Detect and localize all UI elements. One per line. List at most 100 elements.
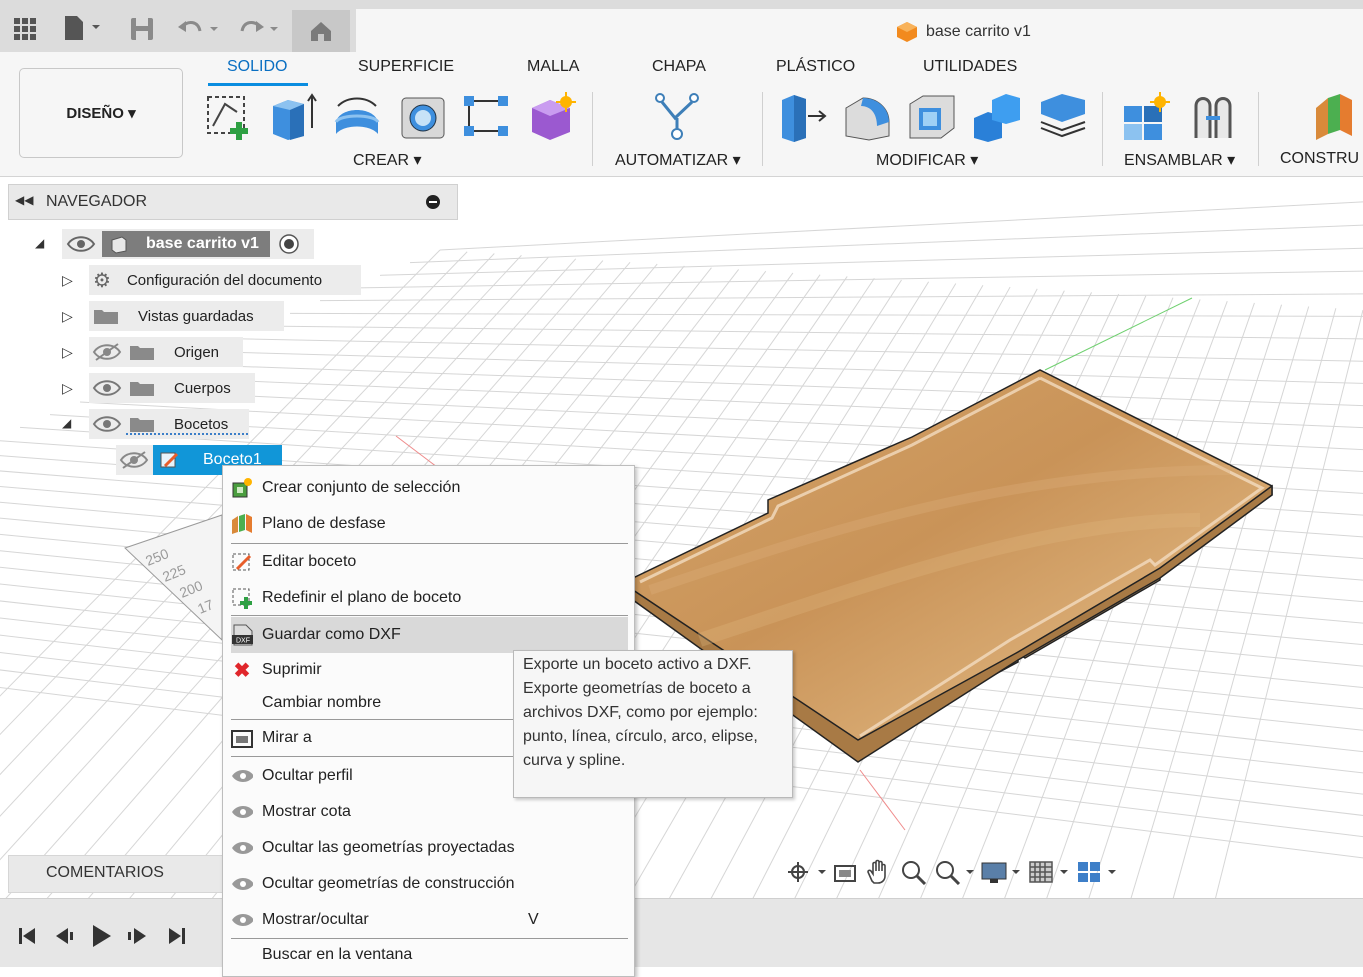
tree-root-node[interactable]: base carrito v1 <box>62 229 314 259</box>
group-modificar[interactable]: MODIFICAR ▾ <box>876 150 978 170</box>
viewports-icon[interactable] <box>1076 859 1118 885</box>
offset-face-icon[interactable] <box>1038 92 1088 142</box>
eye-icon[interactable] <box>66 234 96 254</box>
tab-utilidades[interactable]: UTILIDADES <box>923 58 1017 80</box>
home-button[interactable] <box>292 10 350 52</box>
file-menu-icon[interactable] <box>62 14 106 42</box>
expand-triangle-icon[interactable]: ◢ <box>35 236 44 250</box>
expand-triangle-icon[interactable]: ▷ <box>62 380 73 397</box>
comments-label: COMENTARIOS <box>46 864 164 881</box>
save-icon[interactable] <box>128 15 156 43</box>
menu-item-create-selection-set[interactable]: Crear conjunto de selección <box>231 471 628 505</box>
eye-hidden-icon[interactable] <box>92 342 122 362</box>
pattern-icon[interactable] <box>462 92 512 142</box>
joint-icon[interactable] <box>1188 92 1238 142</box>
app-grid-icon[interactable] <box>12 16 38 42</box>
automate-icon[interactable] <box>652 92 702 142</box>
menu-item-label: Guardar como DXF <box>262 626 401 643</box>
tree-item-sketch1-visibility[interactable] <box>116 445 153 475</box>
tree-item-bodies[interactable]: Cuerpos <box>89 373 255 403</box>
group-crear[interactable]: CREAR ▾ <box>353 150 421 170</box>
create-sketch-icon[interactable] <box>205 92 255 142</box>
menu-item-show-dimension[interactable]: Mostrar cota <box>231 795 628 829</box>
collapse-panel-icon[interactable]: ◀◀ <box>15 193 33 207</box>
eye-hidden-icon[interactable] <box>119 450 149 470</box>
tree-item-label: Vistas guardadas <box>138 307 254 325</box>
shell-icon[interactable] <box>907 92 957 142</box>
play-icon[interactable] <box>90 923 114 949</box>
activate-radio-icon[interactable] <box>278 233 300 255</box>
menu-item-offset-plane[interactable]: Plano de desfase <box>231 507 628 541</box>
tree-item-label: Configuración del documento <box>126 271 323 289</box>
zoom-icon[interactable] <box>900 859 928 885</box>
press-pull-icon[interactable] <box>778 92 828 142</box>
navigation-toolbar <box>786 856 1142 888</box>
group-construir[interactable]: CONSTRU <box>1280 150 1359 168</box>
document-tab[interactable] <box>356 9 1363 52</box>
eye-icon <box>232 806 253 818</box>
tree-item-label: Origen <box>174 343 220 361</box>
go-to-end-icon[interactable] <box>166 925 188 947</box>
menu-item-hide-construction-geometry[interactable]: Ocultar geometrías de construcción <box>231 867 628 901</box>
menu-item-label: Cambiar nombre <box>262 694 382 711</box>
menu-item-label: Ocultar las geometrías proyectadas <box>262 839 515 856</box>
menu-item-show-hide[interactable]: Mostrar/ocultar V <box>231 903 628 937</box>
collapse-triangle-icon[interactable]: ◢ <box>62 416 71 430</box>
expand-triangle-icon[interactable]: ▷ <box>62 272 73 289</box>
redo-icon[interactable] <box>234 15 280 43</box>
sketch-icon <box>160 452 179 468</box>
tab-chapa[interactable]: CHAPA <box>652 58 706 80</box>
group-automatizar[interactable]: AUTOMATIZAR ▾ <box>615 150 741 170</box>
eye-icon[interactable] <box>92 414 122 434</box>
shortcut-key: V <box>528 911 539 928</box>
menu-item-save-as-dxf[interactable]: DXF Guardar como DXF <box>231 617 628 653</box>
menu-item-edit-sketch[interactable]: Editar boceto <box>231 545 628 579</box>
create-form-icon[interactable] <box>528 92 578 142</box>
display-settings-icon[interactable] <box>980 859 1022 885</box>
grid-settings-icon[interactable] <box>1028 859 1070 885</box>
tab-plastico[interactable]: PLÁSTICO <box>776 58 855 80</box>
tooltip-line: archivos DXF, como por ejemplo: <box>523 704 758 721</box>
eye-icon[interactable] <box>92 378 122 398</box>
tree-item-origin[interactable]: Origen <box>89 337 243 367</box>
dxf-icon-text: DXF <box>236 638 250 645</box>
menu-item-redefine-sketch-plane[interactable]: Redefinir el plano de boceto <box>231 581 628 615</box>
go-to-start-icon[interactable] <box>16 925 38 947</box>
ribbon-divider <box>592 92 593 166</box>
revolve-icon[interactable] <box>332 92 382 142</box>
group-ensamblar[interactable]: ENSAMBLAR ▾ <box>1124 150 1235 170</box>
workspace-switcher-button[interactable]: DISEÑO ▾ <box>19 68 183 158</box>
tree-item-document-settings[interactable]: ⚙ Configuración del documento <box>89 265 361 295</box>
menu-item-hide-projected-geometry[interactable]: Ocultar las geometrías proyectadas <box>231 831 628 865</box>
tree-item-saved-views[interactable]: Vistas guardadas <box>89 301 284 331</box>
extrude-icon[interactable] <box>268 92 318 142</box>
tab-solido[interactable]: SOLIDO <box>227 58 287 80</box>
look-at-icon[interactable] <box>832 859 858 885</box>
hole-icon[interactable] <box>398 92 448 142</box>
tab-superficie[interactable]: SUPERFICIE <box>358 58 454 80</box>
new-component-icon[interactable] <box>1122 92 1172 142</box>
orbit-icon[interactable] <box>786 859 826 885</box>
menu-item-find-in-window[interactable]: Buscar en la ventana <box>231 938 628 972</box>
delete-x-icon: ✖ <box>233 659 251 682</box>
tab-malla[interactable]: MALLA <box>527 58 579 80</box>
menu-item-label: Mirar a <box>262 729 312 746</box>
timeline-bar <box>0 898 1363 967</box>
fit-view-icon[interactable] <box>934 859 974 885</box>
expand-triangle-icon[interactable]: ▷ <box>62 344 73 361</box>
folder-icon <box>94 310 118 324</box>
step-forward-icon[interactable] <box>126 925 150 947</box>
pan-hand-icon[interactable] <box>864 859 894 885</box>
fillet-icon[interactable] <box>843 92 893 142</box>
look-at-icon <box>231 730 253 748</box>
construct-plane-icon[interactable] <box>1312 92 1362 142</box>
eye-icon <box>232 770 253 782</box>
grid-line <box>139 376 1363 429</box>
expand-triangle-icon[interactable]: ▷ <box>62 308 73 325</box>
combine-icon[interactable] <box>972 92 1022 142</box>
undo-icon[interactable] <box>176 15 222 43</box>
folder-icon <box>130 346 154 360</box>
minimize-panel-icon[interactable] <box>425 194 441 210</box>
step-back-icon[interactable] <box>52 925 74 947</box>
grid-line <box>199 350 1363 384</box>
